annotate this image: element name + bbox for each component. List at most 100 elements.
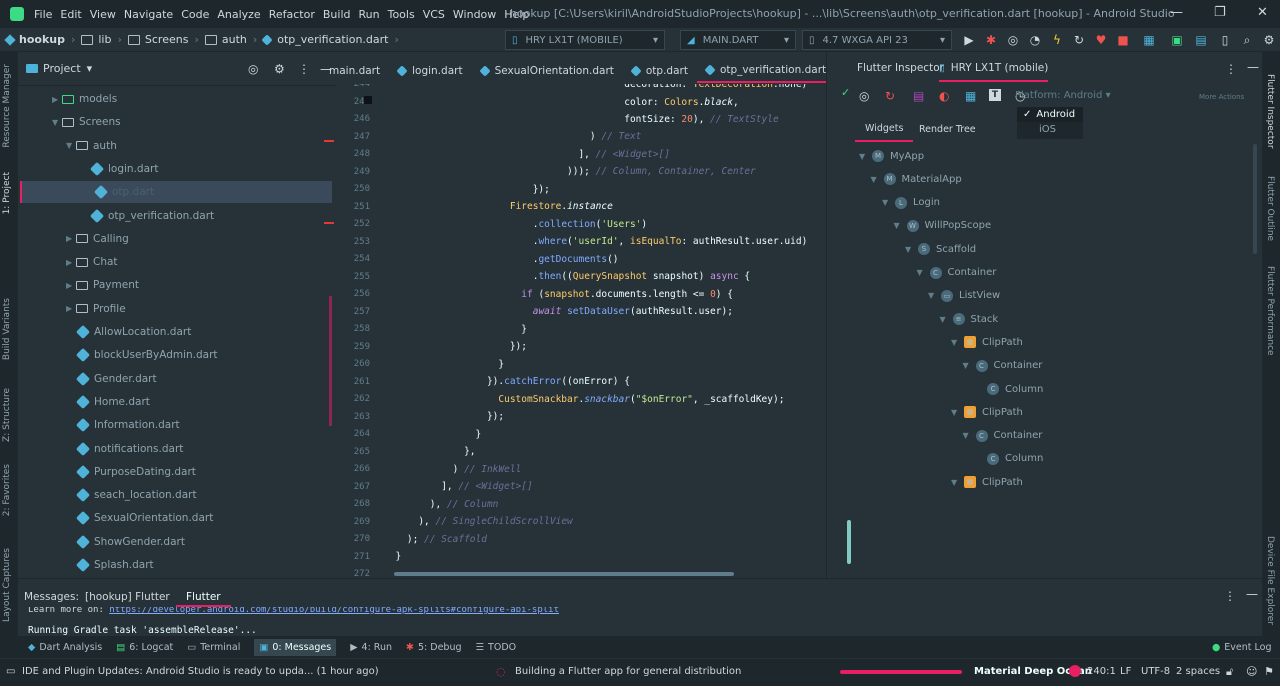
project-view-selector[interactable]: Project — [43, 62, 81, 75]
notifications-icon[interactable]: ⚑ — [1264, 665, 1274, 678]
tab-device-file-explorer[interactable]: Device File Explorer — [1265, 536, 1275, 625]
tab-layout-captures[interactable]: Layout Captures — [2, 548, 12, 622]
lock-icon[interactable]: 🔓︎ — [1226, 665, 1233, 679]
tree-folder[interactable]: ▶ Payment — [66, 274, 139, 296]
expand-arrow-icon[interactable]: ▼ — [871, 175, 881, 184]
widget-node[interactable]: ▼ ▦ ClipPath — [951, 402, 1023, 422]
refresh-icon[interactable]: ↻ — [885, 89, 895, 103]
repaint-rainbow-icon[interactable]: ▦ — [965, 89, 976, 103]
menu-vcs[interactable]: VCS — [423, 8, 445, 21]
run-config-selector[interactable]: ◢ MAIN.DART ▾ — [680, 30, 796, 50]
widget-node[interactable]: ▼ ≡ Stack — [940, 309, 998, 329]
expand-arrow-icon[interactable]: ▼ — [859, 152, 869, 161]
tree-file[interactable]: blockUserByAdmin.dart — [75, 344, 218, 366]
editor-tab[interactable]: login.dart — [389, 58, 471, 83]
menu-navigate[interactable]: Navigate — [124, 8, 173, 21]
tab-project[interactable]: 1: Project — [2, 172, 12, 214]
debug-icon[interactable]: ✱ — [984, 33, 998, 47]
status-message[interactable]: IDE and Plugin Updates: Android Studio i… — [22, 666, 379, 677]
tree-folder[interactable]: ▶ Profile — [66, 298, 126, 320]
tool-dart-analysis[interactable]: ◆ Dart Analysis — [28, 642, 102, 653]
tree-file[interactable]: Home.dart — [75, 391, 150, 413]
scrollbar[interactable] — [1253, 144, 1257, 254]
tree-folder[interactable]: ▶ Chat — [66, 251, 118, 273]
more-icon[interactable]: ⋮ — [298, 62, 310, 76]
expand-arrow-icon[interactable]: ▶ — [66, 304, 76, 313]
tool-debug[interactable]: ✱ 5: Debug — [406, 642, 461, 653]
emulator-selector[interactable]: ▯ 4.7 WXGA API 23 ▾ — [802, 30, 952, 50]
widget-node[interactable]: ▼ M MaterialApp — [871, 169, 962, 189]
background-task[interactable]: Building a Flutter app for general distr… — [515, 666, 741, 677]
expand-arrow-icon[interactable]: ▼ — [66, 141, 76, 150]
menu-file[interactable]: File — [34, 8, 52, 21]
debug-paint-icon[interactable]: ▤ — [913, 89, 924, 103]
tab-flutter-inspector[interactable]: Flutter Inspector — [1265, 74, 1275, 149]
hot-restart-icon[interactable]: ↻ — [1072, 33, 1086, 47]
menu-tools[interactable]: Tools — [388, 8, 415, 21]
tree-file[interactable]: ShowGender.dart — [75, 531, 185, 553]
tab-hookup-flutter[interactable]: [hookup] Flutter — [85, 591, 170, 603]
hot-reload-icon[interactable]: ϟ — [1050, 33, 1064, 47]
tab-widgets[interactable]: Widgets — [855, 116, 914, 142]
editor-tab[interactable]: otp_verification.dart — [696, 58, 836, 83]
menu-edit[interactable]: Edit — [60, 8, 81, 21]
tree-file[interactable]: SexualOrientation.dart — [75, 507, 213, 529]
tab-render-tree[interactable]: Render Tree — [911, 116, 984, 142]
widget-node[interactable]: ▼ C Container — [963, 356, 1042, 376]
tab-favorites[interactable]: 2: Favorites — [2, 464, 12, 516]
tree-file[interactable]: otp.dart — [20, 181, 332, 204]
more-icon[interactable]: ⋮ — [1224, 589, 1236, 603]
platform-selector[interactable]: Platform: Android ▾ — [1015, 90, 1111, 101]
editor-tab[interactable]: otp.dart — [623, 58, 697, 83]
widget-node[interactable]: ▼ L Login — [882, 193, 940, 213]
editor-tab[interactable]: SexualOrientation.dart — [472, 58, 623, 83]
expand-arrow-icon[interactable]: ▼ — [963, 361, 973, 370]
expand-arrow-icon[interactable]: ▼ — [52, 118, 62, 127]
minimize-icon[interactable]: — — [1170, 5, 1183, 20]
expand-arrow-icon[interactable]: ▼ — [894, 221, 904, 230]
tab-resource-manager[interactable]: Resource Manager — [2, 64, 12, 148]
widget-node[interactable]: C Column — [974, 449, 1043, 469]
chevron-down-icon[interactable]: ▾ — [87, 62, 93, 75]
tree-file[interactable]: otp_verification.dart — [89, 205, 214, 227]
status-toggle-icon[interactable]: ▭ — [6, 666, 15, 677]
run-icon[interactable]: ▶ — [962, 33, 976, 47]
inspector-icon[interactable]: ☺ — [1246, 665, 1257, 678]
tree-file[interactable]: PurposeDating.dart — [75, 461, 196, 483]
tool-run[interactable]: ▶ 4: Run — [350, 642, 392, 653]
expand-arrow-icon[interactable]: ▼ — [905, 245, 915, 254]
cursor-position[interactable]: 240:1 — [1087, 666, 1116, 677]
sdk-manager-icon[interactable]: ▤ — [1194, 33, 1208, 47]
indent-setting[interactable]: 2 spaces — [1176, 666, 1220, 677]
expand-arrow-icon[interactable]: ▼ — [882, 198, 892, 207]
breadcrumb-hookup[interactable]: hookup — [4, 33, 65, 46]
expand-arrow-icon[interactable]: ▼ — [951, 408, 961, 417]
profile-icon[interactable]: ◎ — [1006, 33, 1020, 47]
device-selector[interactable]: ▯ HRY LX1T (MOBILE) ▾ — [505, 30, 665, 50]
tree-file[interactable]: AllowLocation.dart — [75, 321, 191, 343]
minimize-panel-icon[interactable]: — — [1246, 587, 1258, 601]
tab-flutter[interactable]: Flutter — [176, 583, 231, 607]
layout-icon[interactable]: ▦ — [1142, 33, 1156, 47]
maximize-icon[interactable]: ❐ — [1214, 5, 1226, 20]
expand-arrow-icon[interactable]: ▶ — [52, 95, 62, 104]
select-widget-icon[interactable]: ◎ — [859, 89, 869, 103]
widget-node[interactable]: ▼ W WillPopScope — [894, 216, 991, 236]
expand-arrow-icon[interactable]: ▶ — [66, 281, 76, 290]
breadcrumb-lib[interactable]: lib — [81, 33, 111, 46]
tree-folder[interactable]: ▶ Calling — [66, 228, 129, 250]
code-editor[interactable]: 244 245 246 247 248 249 250 251 252 253 254 255 256 2… — [336, 84, 826, 578]
tree-folder[interactable]: ▶ models — [52, 88, 117, 110]
horizontal-scrollbar[interactable] — [394, 572, 734, 576]
tree-file[interactable]: Information.dart — [75, 414, 180, 436]
expand-arrow-icon[interactable]: ▼ — [928, 291, 938, 300]
slow-animations-icon[interactable]: ◐ — [939, 89, 949, 103]
message-link[interactable]: https://developer.android.com/studio/bui… — [109, 607, 559, 615]
menu-window[interactable]: Window — [453, 8, 496, 21]
tool-terminal[interactable]: ▭ Terminal — [187, 642, 240, 653]
expand-arrow-icon[interactable]: ▼ — [951, 338, 961, 347]
avd-icon[interactable]: ▯ — [1218, 33, 1232, 47]
breakpoint-marker[interactable] — [364, 96, 372, 104]
scrollbar[interactable] — [847, 520, 851, 564]
file-encoding[interactable]: UTF-8 — [1141, 666, 1170, 677]
